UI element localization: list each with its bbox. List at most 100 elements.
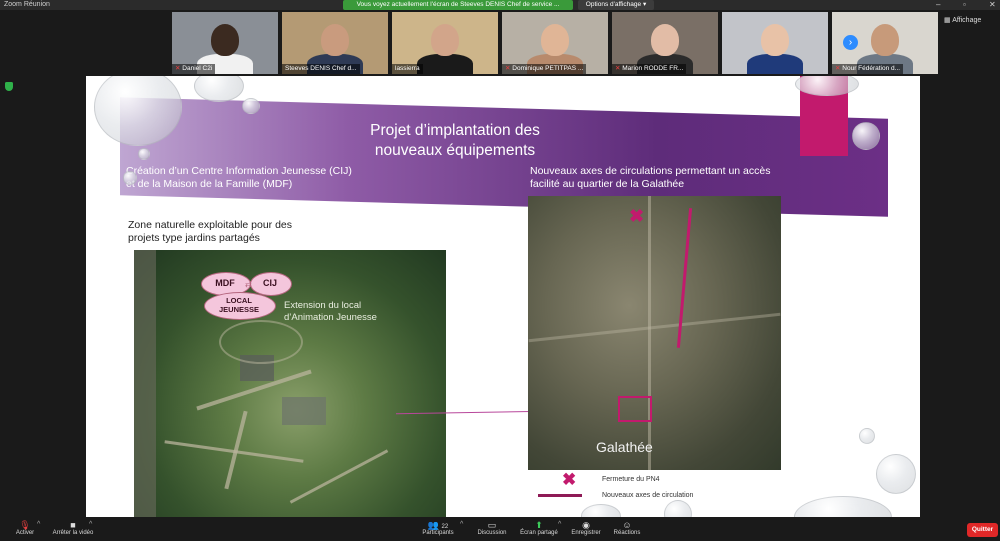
road [528,312,781,343]
microphone-muted-icon: 🎙 [19,520,31,530]
water-drop [859,428,875,444]
video-camera-icon: ■ [70,520,76,530]
right-heading-line1: Nouveaux axes de circulations permettant… [530,165,771,177]
water-drop [664,500,692,517]
curved-path [219,320,303,364]
water-drop [242,98,260,114]
participant-tile[interactable]: ✕ Marion RODDE FR... [612,12,718,74]
participant-tile[interactable]: lassierra [392,12,498,74]
extension-caption-line1: Extension du local [284,300,362,311]
left-heading-line2: et de la Maison de la Famille (MDF) [126,178,293,190]
chevron-down-icon: ▾ [642,1,647,8]
slide-title-line1: Projet d’implantation des [370,122,540,139]
participant-name-text: lassierra [395,65,420,72]
record-button[interactable]: ◉ Enregistrer [568,517,604,541]
participants-caret-icon[interactable]: ^ [460,521,463,528]
rail-track [134,250,156,517]
shared-slide: Projet d’implantation des nouveaux équip… [86,76,920,517]
water-drop [581,504,621,517]
water-drop [138,148,150,160]
view-toggle[interactable]: ▦ Affichage [944,16,981,24]
participant-tile[interactable]: ✕ Dominique PETITPAS ... [502,12,608,74]
road [648,196,651,470]
legend-closure-label: Fermeture du PN4 [602,476,660,483]
aerial-map-park: MDF CIJ LOCAL JEUNESSE ⇄ Extension du lo… [134,250,446,517]
view-options-button[interactable]: Options d'affichage ▾ [578,0,654,10]
water-drop [794,496,892,517]
participant-name-text: Dominique PETITPAS ... [512,65,584,72]
closure-marker-icon: ✖ [629,206,645,226]
chevron-right-icon: › [848,37,853,48]
participant-tile[interactable]: ✕ Daniel C2i [172,12,278,74]
close-icon[interactable]: ✕ [989,0,996,10]
galathee-zone-box [618,396,652,422]
participant-face [871,24,899,56]
galathee-label: Galathée [596,439,653,455]
left-heading: Création d’un Centre Information Jeuness… [126,165,352,191]
water-drop [194,76,244,102]
chat-button[interactable]: ▭ Discussion [474,517,510,541]
participants-button[interactable]: 👥 22 Participants [418,517,458,541]
participant-face [541,24,569,56]
participants-label: Participants [422,530,454,536]
mdf-label: MDF [215,278,235,288]
participant-face [211,24,239,56]
unmute-label: Activer [15,530,35,536]
meeting-toolbar: 🎙 Activer ^ ■ Arrêter la vidéo ^ 👥 22 Pa… [0,517,1000,541]
footpath [289,449,389,504]
reactions-button[interactable]: ☺ Réactions [610,517,644,541]
video-options-caret-icon[interactable]: ^ [89,521,92,528]
gallery-next-button[interactable]: › [843,35,858,50]
participants-icon: 👥 22 [427,520,449,530]
participant-face [761,24,789,56]
aerial-map-galathee: ✖ Galathée [528,196,781,470]
participant-name-text: Daniel C2i [182,65,213,72]
reactions-label: Réactions [613,530,641,536]
minimize-icon[interactable]: – [936,0,940,10]
left-heading-line1: Création d’un Centre Information Jeuness… [126,165,352,177]
sports-court [282,397,326,425]
right-heading: Nouveaux axes de circulations permettant… [530,165,770,191]
slide-title-line2: nouveaux équipements [374,142,536,159]
participant-name: ✕ Daniel C2i [172,64,216,74]
view-options-label: Options d'affichage [585,1,642,8]
participant-body [747,54,803,74]
participant-name: ✕ Dominique PETITPAS ... [502,64,587,74]
leave-meeting-button[interactable]: Quitter [967,523,998,537]
participant-face [321,24,349,56]
zone-caption-line1: Zone naturelle exploitable pour des [128,219,293,231]
double-arrow-icon: ⇄ [245,280,252,289]
participant-name: ✕ Marion RODDE FR... [612,64,687,74]
smiley-icon: ☺ [622,520,632,530]
legend-axis-label: Nouveaux axes de circulation [602,492,694,499]
participant-face [651,24,679,56]
water-drop [123,171,137,185]
share-screen-label: Écran partagé [520,530,558,536]
share-screen-button[interactable]: ⬆ Écran partagé [518,517,560,541]
local-label-line1: LOCAL [226,296,252,305]
share-caret-icon[interactable]: ^ [558,521,561,528]
participant-name: lassierra [392,64,423,74]
chat-label: Discussion [477,530,507,536]
participant-name-text: Steeves DENIS Chef d... [285,65,357,72]
participant-tile[interactable] [722,12,828,74]
share-screen-icon: ⬆ [535,520,543,530]
record-icon: ◉ [582,520,590,530]
record-label: Enregistrer [571,530,601,536]
participant-tile[interactable]: Steeves DENIS Chef d... [282,12,388,74]
screen-share-banner: Vous voyez actuellement l'écran de Steev… [343,0,573,10]
water-drop [876,454,916,494]
new-circulation-axis [676,208,693,348]
legend-axis-icon [538,494,582,497]
participant-name-text: Marion RODDE FR... [622,65,684,72]
maximize-icon[interactable]: ▫ [963,0,966,10]
chat-bubble-icon: ▭ [487,520,497,530]
zone-caption: Zone naturelle exploitable pour des proj… [128,219,292,245]
right-heading-line2: facilité au quartier de la Galathée [530,178,685,190]
view-toggle-label: Affichage [952,17,982,24]
audio-options-caret-icon[interactable]: ^ [37,521,40,528]
security-shield-icon [5,82,13,91]
local-label-line2: JEUNESSE [218,305,260,314]
extension-caption: Extension du local d’Animation Jeunesse [284,300,377,324]
extension-caption-line2: d’Animation Jeunesse [284,312,377,323]
